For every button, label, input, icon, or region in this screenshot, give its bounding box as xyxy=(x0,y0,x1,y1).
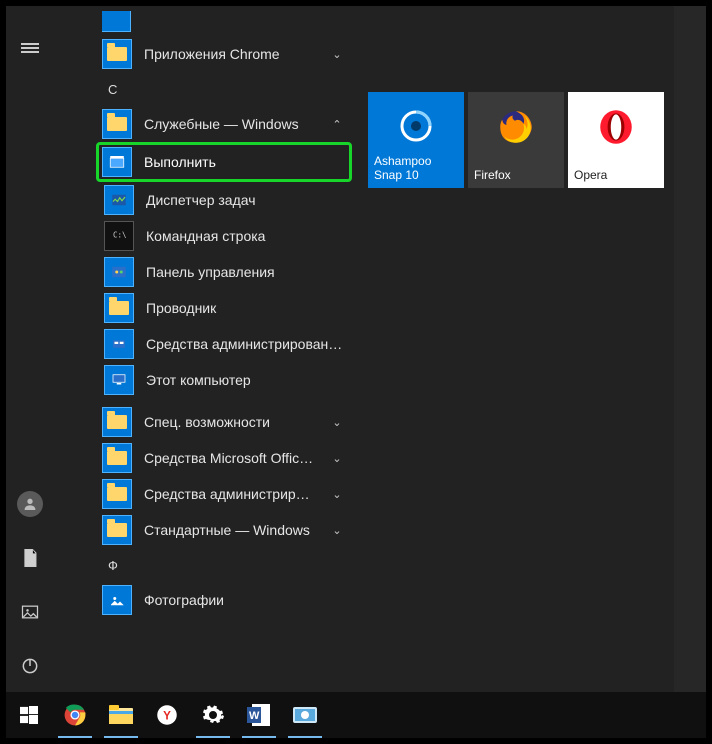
chevron-down-icon: ⌄ xyxy=(328,48,346,61)
chrome-icon xyxy=(60,700,90,730)
chevron-up-icon: ⌃ xyxy=(328,118,346,131)
app-folder-accessibility[interactable]: Спец. возможности ⌄ xyxy=(96,404,352,440)
app-item-admintools[interactable]: Средства администрирования Wi... xyxy=(96,326,352,362)
app-folder-chrome-apps[interactable]: Приложения Chrome ⌄ xyxy=(96,36,352,72)
control-icon xyxy=(104,257,134,287)
app-label: Приложения Chrome xyxy=(144,46,316,62)
app-item-run[interactable]: Выполнить xyxy=(96,142,352,182)
start-menu: Приложения Chrome ⌄ С Служебные — Window… xyxy=(6,6,674,694)
folder-icon xyxy=(102,515,132,545)
group-letter[interactable]: Ф xyxy=(96,548,352,582)
tile-ashampoo[interactable]: Ashampoo Snap 10 xyxy=(368,92,464,188)
opera-icon xyxy=(595,106,637,151)
tile-opera[interactable]: Opera xyxy=(568,92,664,188)
hamburger-icon xyxy=(21,41,39,55)
app-folder-admintools[interactable]: Средства администрирования... ⌄ xyxy=(96,476,352,512)
app-label: Средства Microsoft Office 2016 xyxy=(144,450,316,466)
start-rail xyxy=(6,6,54,694)
app-label: Этот компьютер xyxy=(146,372,346,388)
photos-icon xyxy=(102,585,132,615)
app-item-control[interactable]: Панель управления xyxy=(96,254,352,290)
app-label: Командная строка xyxy=(146,228,346,244)
firefox-icon xyxy=(495,106,537,151)
app-label: Панель управления xyxy=(146,264,346,280)
chevron-down-icon: ⌄ xyxy=(328,524,346,537)
yandex-icon: Y xyxy=(152,700,182,730)
app-item-thispc[interactable]: Этот компьютер xyxy=(96,362,352,398)
app-label: Средства администрирования... xyxy=(144,486,316,502)
gear-icon xyxy=(198,700,228,730)
app-label: Выполнить xyxy=(144,154,346,170)
chevron-down-icon: ⌄ xyxy=(328,452,346,465)
tile-label: Opera xyxy=(574,168,658,182)
snap-button[interactable] xyxy=(282,692,328,738)
app-folder-system-tools[interactable]: Служебные — Windows ⌃ xyxy=(96,106,352,142)
cmd-icon: C:\ xyxy=(104,221,134,251)
user-avatar-icon xyxy=(17,491,43,517)
pictures-button[interactable] xyxy=(6,590,54,634)
documents-button[interactable] xyxy=(6,536,54,580)
user-button[interactable] xyxy=(6,482,54,526)
start-tiles: Ashampoo Snap 10 Firefox Opera xyxy=(368,92,664,188)
chrome-button[interactable] xyxy=(52,692,98,738)
windows-icon xyxy=(20,706,38,724)
app-item-explorer[interactable]: Проводник xyxy=(96,290,352,326)
app-label: Средства администрирования Wi... xyxy=(146,336,346,352)
folder-icon xyxy=(102,479,132,509)
file-explorer-button[interactable] xyxy=(98,692,144,738)
app-item-cmd[interactable]: C:\ Командная строка xyxy=(96,218,352,254)
app-label: Служебные — Windows xyxy=(144,116,316,132)
tile-label: Ashampoo Snap 10 xyxy=(374,154,458,182)
documents-icon xyxy=(20,548,40,568)
tile-label: Firefox xyxy=(474,168,558,182)
svg-text:Y: Y xyxy=(163,710,171,723)
yandex-button[interactable]: Y xyxy=(144,692,190,738)
folder-icon xyxy=(102,443,132,473)
app-item-photos[interactable]: Фотографии xyxy=(96,582,352,618)
power-button[interactable] xyxy=(6,644,54,688)
snap-icon xyxy=(290,700,320,730)
app-label: Диспетчер задач xyxy=(146,192,346,208)
admin-icon xyxy=(104,329,134,359)
chevron-down-icon: ⌄ xyxy=(328,488,346,501)
app-label: Фотографии xyxy=(144,592,346,608)
explorer-icon xyxy=(104,293,134,323)
folder-icon xyxy=(102,109,132,139)
start-button[interactable] xyxy=(6,692,52,738)
word-icon: W xyxy=(244,700,274,730)
app-item-taskmgr[interactable]: Диспетчер задач xyxy=(96,182,352,218)
svg-text:W: W xyxy=(249,710,260,722)
run-icon xyxy=(102,147,132,177)
chevron-down-icon: ⌄ xyxy=(328,416,346,429)
settings-button[interactable] xyxy=(190,692,236,738)
app-folder-office[interactable]: Средства Microsoft Office 2016 ⌄ xyxy=(96,440,352,476)
app-label: Спец. возможности xyxy=(144,414,316,430)
folder-icon xyxy=(102,11,131,32)
word-button[interactable]: W xyxy=(236,692,282,738)
app-label: Проводник xyxy=(146,300,346,316)
tile-firefox[interactable]: Firefox xyxy=(468,92,564,188)
ashampoo-icon xyxy=(396,106,436,149)
folder-icon xyxy=(102,39,132,69)
svg-text:C:\: C:\ xyxy=(113,231,127,240)
folder-icon xyxy=(102,407,132,437)
menu-button[interactable] xyxy=(6,26,54,70)
pictures-icon xyxy=(20,602,40,622)
thispc-icon xyxy=(104,365,134,395)
app-list: Приложения Chrome ⌄ С Служебные — Window… xyxy=(96,6,352,694)
app-label: Стандартные — Windows xyxy=(144,522,316,538)
app-folder-accessories[interactable]: Стандартные — Windows ⌄ xyxy=(96,512,352,548)
taskmgr-icon xyxy=(104,185,134,215)
folder-icon xyxy=(106,700,136,730)
taskbar: Y W xyxy=(6,692,706,738)
group-letter[interactable]: С xyxy=(96,72,352,106)
power-icon xyxy=(20,656,40,676)
